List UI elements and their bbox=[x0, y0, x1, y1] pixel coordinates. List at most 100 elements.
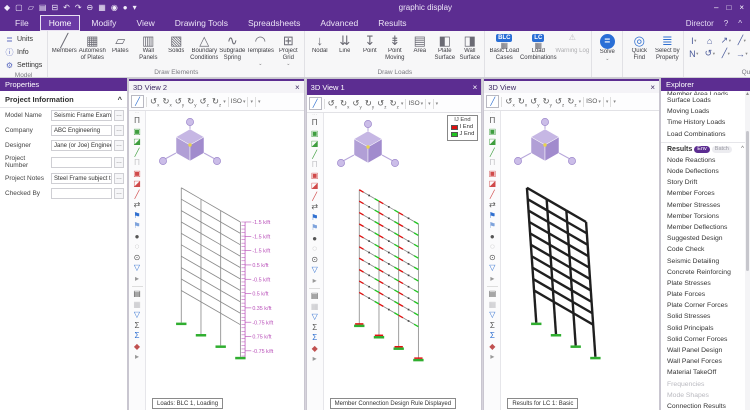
rotate-ccw-y-button[interactable]: ↺y bbox=[529, 96, 540, 108]
wall-surface-load-button[interactable]: ◨ Wall Surface bbox=[457, 32, 482, 66]
view-cube-widget[interactable] bbox=[154, 115, 226, 169]
field-value-input[interactable] bbox=[51, 156, 112, 168]
settings-button[interactable]: ⚙ Settings bbox=[2, 60, 45, 71]
more-tools-chevron-2[interactable]: ▸ bbox=[135, 352, 139, 363]
explorer-item[interactable]: Surface Loads bbox=[661, 95, 750, 106]
sum-selected-icon[interactable]: Σ bbox=[135, 331, 140, 342]
close-icon[interactable]: × bbox=[650, 83, 655, 92]
qv-member-view-icon[interactable]: ╱ ▾ bbox=[734, 35, 749, 46]
explorer-item[interactable]: Member Forces bbox=[661, 188, 750, 199]
window-control-button[interactable]: × bbox=[739, 3, 744, 12]
solve-button[interactable]: = Solve ⌄ bbox=[594, 32, 620, 62]
point-load-button[interactable]: ↧ Point bbox=[357, 32, 382, 66]
rotate-cw-x-button[interactable]: ↻x bbox=[517, 96, 528, 108]
explorer-item[interactable]: Member Torsions bbox=[661, 211, 750, 222]
rotate-ccw-z-button[interactable]: ↺z bbox=[199, 96, 210, 108]
window-control-button[interactable]: □ bbox=[726, 3, 731, 12]
iso-view-select[interactable]: ISO ▾ bbox=[408, 100, 423, 107]
visibility-eye-icon[interactable]: ⊙ bbox=[489, 253, 496, 264]
view-options-caret[interactable]: ▾ bbox=[250, 99, 253, 105]
snapshot-icon[interactable]: ▦ bbox=[489, 300, 497, 311]
menu-tab[interactable]: Results bbox=[369, 15, 415, 31]
plate-surface-load-button[interactable]: ◧ Plate Surface bbox=[432, 32, 457, 66]
rotate-cw-y-button[interactable]: ↻y bbox=[541, 96, 552, 108]
criteria-unselect-icon[interactable]: ⚑ bbox=[133, 221, 140, 232]
rotate-more-caret[interactable]: ▾ bbox=[579, 99, 582, 105]
select-members-icon[interactable]: Π bbox=[489, 116, 495, 127]
explorer-item[interactable]: Material TakeOff bbox=[661, 367, 750, 378]
model-canvas-loads[interactable]: -1.5 k/ft -1.5 k/ft -1.5 k/ft 0.5 k/ft -0.5 … bbox=[146, 111, 304, 410]
explorer-item[interactable]: Story Drift bbox=[661, 177, 750, 188]
properties-header[interactable]: Properties bbox=[0, 78, 127, 91]
select-members-off-icon[interactable]: Π bbox=[134, 158, 140, 169]
undo-icon[interactable]: ↶ bbox=[63, 3, 70, 12]
explorer-item[interactable]: Solid Corner Forces bbox=[661, 334, 750, 345]
explorer-item[interactable]: Moving Loads bbox=[661, 106, 750, 117]
explorer-item[interactable]: Suggested Design bbox=[661, 233, 750, 244]
explorer-item[interactable]: Plate Forces bbox=[661, 289, 750, 300]
explorer-item[interactable]: Solid Principals bbox=[661, 323, 750, 334]
unselect-members-icon[interactable]: ▣ bbox=[311, 171, 319, 182]
view-filter-icon[interactable]: ▽ bbox=[312, 312, 318, 323]
field-value-input[interactable]: Seismic Frame Example bbox=[51, 110, 112, 121]
unselect-diagonal-icon[interactable]: ╱ bbox=[312, 192, 317, 203]
sum-all-icon[interactable]: Σ bbox=[135, 321, 140, 332]
explorer-item[interactable]: Member Deflections bbox=[661, 222, 750, 233]
wall-panels-button[interactable]: ▥ Wall Panels bbox=[134, 32, 162, 66]
field-ellipsis-button[interactable]: … bbox=[114, 140, 124, 151]
explorer-scrollbar[interactable]: ▲ bbox=[745, 91, 750, 410]
criteria-select-icon[interactable]: ⚑ bbox=[311, 213, 318, 224]
more-tools-chevron-2[interactable]: ▸ bbox=[490, 352, 494, 363]
rotate-ccw-x-button[interactable]: ↺x bbox=[327, 98, 338, 110]
select-members-icon[interactable]: Π bbox=[312, 118, 318, 129]
visibility-eye-icon[interactable]: ⊙ bbox=[311, 255, 318, 266]
rotate-cw-y-button[interactable]: ↻y bbox=[364, 98, 375, 110]
box-select-members-icon[interactable]: ▣ bbox=[311, 129, 319, 140]
rotate-cw-x-button[interactable]: ↻x bbox=[339, 98, 350, 110]
collapse-caret[interactable]: ^ bbox=[741, 146, 744, 152]
render-mode-icon[interactable]: ◆ bbox=[134, 342, 140, 353]
menu-tab[interactable]: Modify bbox=[82, 15, 125, 31]
explorer-item[interactable]: Frequencies bbox=[661, 379, 750, 390]
rotate-ccw-y-button[interactable]: ↺y bbox=[174, 96, 185, 108]
iso-view-select[interactable]: ISO ▾ bbox=[231, 98, 246, 105]
redo-icon[interactable]: ↷ bbox=[75, 3, 82, 12]
rotate-more-caret[interactable]: ▾ bbox=[223, 99, 226, 105]
explorer-header[interactable]: Explorer bbox=[661, 78, 750, 91]
view-cube-widget[interactable] bbox=[509, 115, 581, 169]
automesh-of-plates-button[interactable]: ▦ Automesh of Plates bbox=[78, 32, 106, 66]
unselect-diagonal-icon[interactable]: ╱ bbox=[490, 190, 495, 201]
box-select-members-icon[interactable]: ▣ bbox=[489, 127, 497, 138]
sum-all-icon[interactable]: Σ bbox=[490, 321, 495, 332]
unselect-members-icon[interactable]: ▣ bbox=[489, 169, 497, 180]
sum-selected-icon[interactable]: Σ bbox=[490, 331, 495, 342]
unselect-plates-icon[interactable]: ◪ bbox=[311, 181, 319, 192]
close-icon[interactable]: × bbox=[473, 83, 478, 92]
model-canvas-results[interactable]: Results for LC 1: Basic bbox=[501, 111, 660, 410]
rotate-more-caret[interactable]: ▾ bbox=[401, 101, 404, 107]
lock-selection-icon[interactable]: ● bbox=[312, 234, 317, 245]
results-section-header[interactable]: Results Env Batch ^ bbox=[661, 141, 750, 155]
field-ellipsis-button[interactable]: … bbox=[114, 188, 124, 199]
criteria-select-icon[interactable]: ⚑ bbox=[489, 211, 496, 222]
view-extra-caret[interactable]: ▾ bbox=[258, 99, 261, 105]
menu-tab[interactable]: Drawing Tools bbox=[166, 15, 237, 31]
camera-icon[interactable]: ◉ bbox=[111, 3, 118, 12]
explorer-item[interactable]: Member Stresses bbox=[661, 200, 750, 211]
view-options-caret[interactable]: ▾ bbox=[606, 99, 609, 105]
scrollbar-thumb[interactable] bbox=[746, 131, 749, 271]
render-mode-icon[interactable]: ◆ bbox=[489, 342, 495, 353]
model-canvas-connections[interactable]: IJ End I End J End Member Connection Des… bbox=[323, 113, 482, 410]
rotate-cw-x-button[interactable]: ↻x bbox=[161, 96, 172, 108]
explorer-item[interactable]: Load Combinations bbox=[661, 129, 750, 140]
more-tools-chevron-2[interactable]: ▸ bbox=[313, 354, 317, 365]
field-value-input[interactable] bbox=[51, 188, 112, 199]
more-tools-chevron[interactable]: ▸ bbox=[490, 274, 494, 285]
spreadsheet-icon[interactable]: ▦ bbox=[98, 3, 106, 12]
select-members-icon[interactable]: Π bbox=[134, 116, 140, 127]
select-diagonal-icon[interactable]: ╱ bbox=[312, 150, 317, 161]
app-icon[interactable]: ◆ bbox=[4, 3, 10, 12]
project-information-section[interactable]: Project Information ^ bbox=[0, 91, 127, 108]
more-tools-chevron[interactable]: ▸ bbox=[313, 276, 317, 287]
lock-selection-icon[interactable]: ● bbox=[490, 232, 495, 243]
